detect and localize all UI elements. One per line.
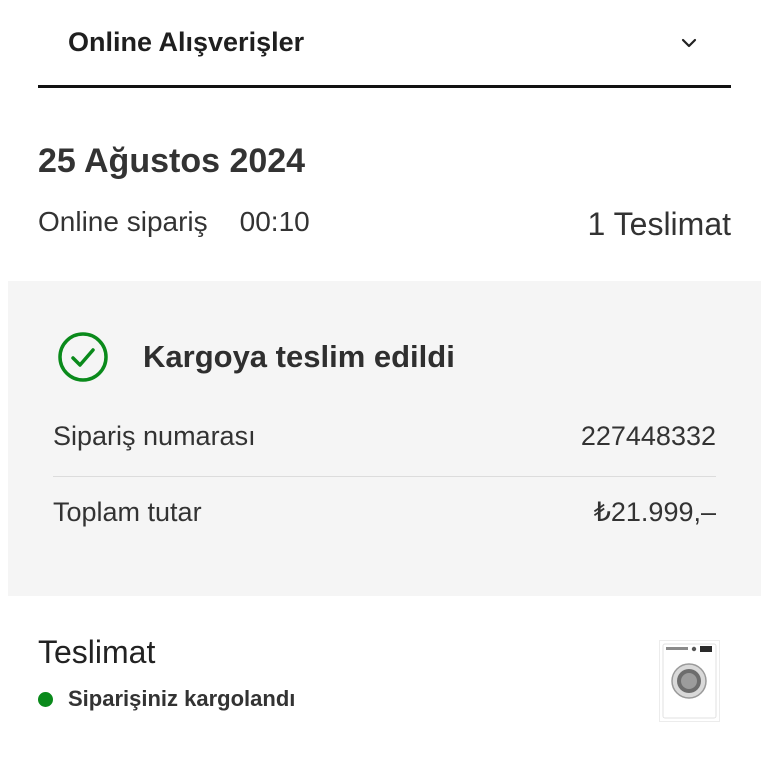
order-status-text: Kargoya teslim edildi bbox=[143, 339, 455, 374]
accordion-title: Online Alışverişler bbox=[68, 27, 305, 57]
order-date: 25 Ağustos 2024 bbox=[38, 142, 306, 180]
online-shopping-accordion-header[interactable]: Online Alışverişler bbox=[38, 0, 731, 88]
product-thumbnail[interactable] bbox=[659, 640, 720, 722]
status-row: Kargoya teslim edildi bbox=[57, 331, 455, 383]
check-circle-icon bbox=[57, 331, 109, 383]
order-number-row: Sipariş numarası 227448332 bbox=[53, 421, 716, 452]
order-meta: Online sipariş 00:10 bbox=[38, 206, 310, 238]
total-amount-value: ₺21.999,– bbox=[593, 497, 716, 527]
row-divider bbox=[53, 476, 716, 477]
status-dot-icon bbox=[38, 691, 53, 707]
delivery-count: 1 Teslimat bbox=[587, 206, 731, 242]
order-number-value: 227448332 bbox=[580, 421, 716, 451]
delivery-title: Teslimat bbox=[38, 634, 156, 670]
total-amount-row: Toplam tutar ₺21.999,– bbox=[53, 497, 716, 528]
order-status-panel: Kargoya teslim edildi Sipariş numarası 2… bbox=[8, 281, 761, 596]
delivery-status: Siparişiniz kargolandı bbox=[38, 686, 295, 712]
delivery-status-text: Siparişiniz kargolandı bbox=[68, 686, 296, 711]
chevron-down-icon[interactable] bbox=[675, 29, 703, 57]
order-type: Online sipariş bbox=[38, 206, 208, 237]
order-number-label: Sipariş numarası bbox=[53, 421, 256, 451]
order-time: 00:10 bbox=[239, 206, 310, 237]
total-amount-label: Toplam tutar bbox=[53, 497, 202, 527]
